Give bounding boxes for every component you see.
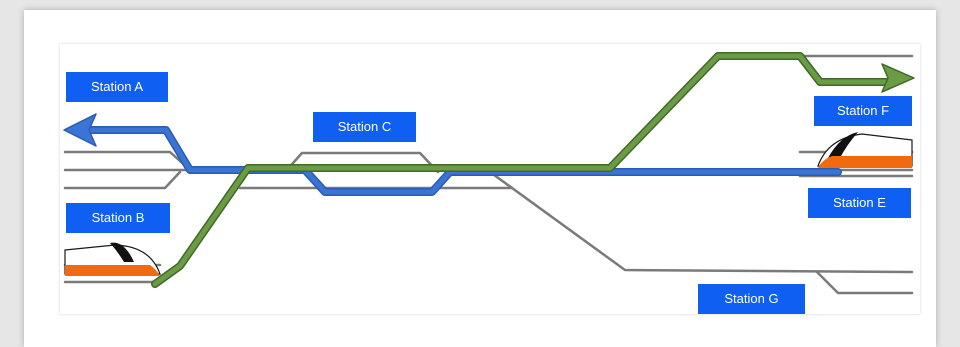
train-left-icon: [64, 242, 161, 276]
station-e-label: Station E: [808, 188, 911, 218]
train-right-icon: [817, 132, 913, 168]
track-branch-g: [488, 170, 914, 274]
station-a-label: Station A: [66, 72, 168, 102]
station-f-label: Station F: [814, 96, 912, 126]
track-left-upper: [63, 150, 192, 172]
track-g-lower: [815, 270, 914, 295]
station-c-label: Station C: [313, 112, 416, 142]
station-g-label: Station G: [698, 284, 805, 314]
blue-route: [63, 113, 842, 196]
station-b-label: Station B: [66, 203, 170, 233]
track-map: [63, 52, 915, 295]
track-left-lower: [63, 170, 182, 190]
